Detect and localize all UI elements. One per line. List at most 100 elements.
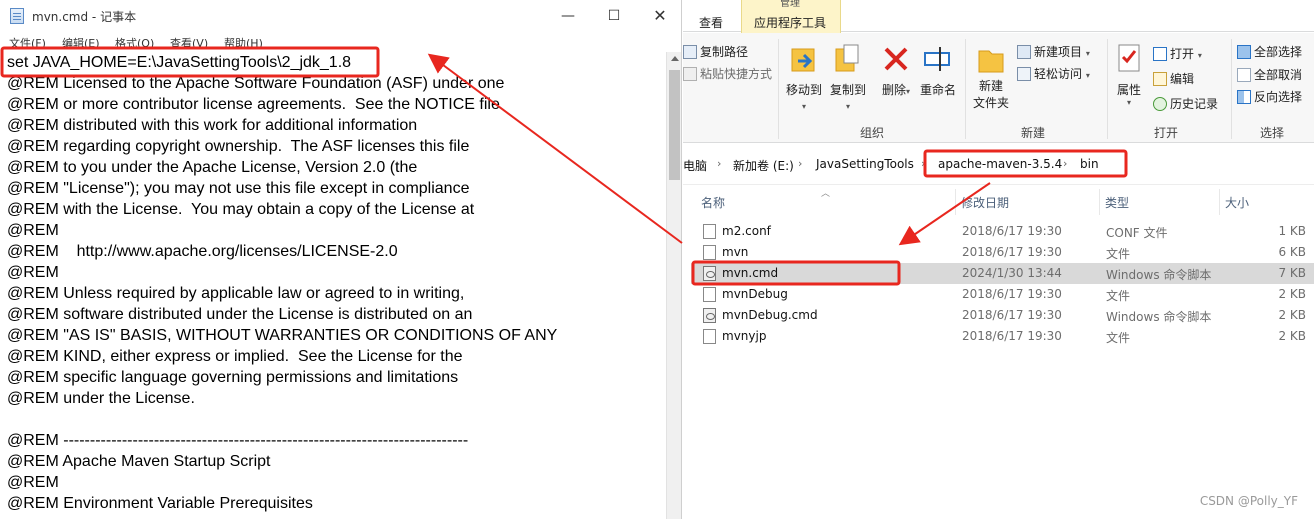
file-size: 6 KB <box>1278 245 1306 259</box>
rename-button[interactable]: 重命名 <box>918 43 958 98</box>
notepad-text-area[interactable]: set JAVA_HOME=E:\JavaSettingTools\2_jdk_… <box>0 52 666 519</box>
close-icon[interactable]: ✕ <box>637 0 681 32</box>
file-type: 文件 <box>1106 289 1131 303</box>
breadcrumb-drive-e[interactable]: 新加卷 (E:) <box>733 157 794 174</box>
ribbon-tabs: 查看 管理 应用程序工具 <box>683 0 1314 33</box>
menu-format[interactable]: 格式(O) <box>115 35 154 51</box>
file-size: 7 KB <box>1278 266 1306 280</box>
ribbon-separator <box>965 39 966 139</box>
chevron-right-icon[interactable]: › <box>798 157 802 170</box>
open-icon <box>1153 47 1167 61</box>
file-row-mvndebug[interactable]: mvnDebug 2018/6/17 19:30 文件 2 KB <box>691 284 1314 305</box>
column-divider[interactable] <box>1219 189 1220 215</box>
scroll-thumb[interactable] <box>669 70 680 180</box>
maximize-icon[interactable]: ☐ <box>591 0 637 32</box>
copy-path-icon <box>683 45 697 59</box>
delete-button[interactable]: 删除▾ <box>879 43 913 98</box>
chevron-right-icon[interactable]: › <box>1063 157 1067 170</box>
notepad-window: mvn.cmd - 记事本 — ☐ ✕ 文件(F) 编辑(E) 格式(O) 查看… <box>0 0 682 519</box>
new-item-button[interactable]: 新建项目 ▾ <box>1017 43 1090 60</box>
breadcrumb-apache-maven[interactable]: apache-maven-3.5.4 <box>938 157 1062 171</box>
easy-access-button[interactable]: 轻松访问 ▾ <box>1017 65 1090 82</box>
select-all-button[interactable]: 全部选择 <box>1237 43 1302 60</box>
file-row-mvndebug-cmd[interactable]: mvnDebug.cmd 2018/6/17 19:30 Windows 命令脚… <box>691 305 1314 326</box>
text-line: @REM <box>7 264 59 281</box>
properties-button[interactable]: 属性 ▾ <box>1112 43 1146 107</box>
paste-shortcut-button[interactable]: 粘贴快捷方式 <box>683 65 772 82</box>
file-type: 文件 <box>1106 247 1131 261</box>
edit-label: 编辑 <box>1170 72 1195 86</box>
rename-icon <box>924 43 952 75</box>
menu-view[interactable]: 查看(V) <box>170 35 208 51</box>
file-row-mvnyjp[interactable]: mvnyjp 2018/6/17 19:30 文件 2 KB <box>691 326 1314 347</box>
notepad-title-bar[interactable]: mvn.cmd - 记事本 — ☐ ✕ <box>0 0 681 32</box>
file-row-mvn[interactable]: mvn 2018/6/17 19:30 文件 6 KB <box>691 242 1314 263</box>
copy-to-button[interactable]: 复制到 ▾ <box>828 43 868 112</box>
menu-file[interactable]: 文件(F) <box>9 35 46 51</box>
scroll-up-arrow-icon[interactable] <box>671 56 679 61</box>
file-type: 文件 <box>1106 331 1131 345</box>
cmd-script-icon <box>703 266 716 281</box>
breadcrumb-this-pc[interactable]: 电脑 <box>683 157 707 174</box>
file-icon <box>703 224 716 239</box>
tab-view[interactable]: 查看 <box>699 14 723 31</box>
column-size[interactable]: 大小 <box>1225 194 1249 211</box>
move-to-button[interactable]: 移动到 ▾ <box>784 43 824 112</box>
column-type[interactable]: 类型 <box>1105 194 1129 211</box>
delete-icon <box>882 43 910 75</box>
text-line: @REM -----------------------------------… <box>7 432 469 449</box>
address-bar[interactable]: 电脑 › 新加卷 (E:) › JavaSettingTools › apach… <box>683 145 1314 185</box>
select-none-button[interactable]: 全部取消 <box>1237 66 1302 83</box>
copy-to-label: 复制到 <box>829 83 866 97</box>
edit-button[interactable]: 编辑 <box>1153 70 1194 87</box>
ribbon-body: 复制路径 粘贴快捷方式 移动到▾ 复制到▾ 删除▾ 重命名 组织 新建 文件夹 … <box>683 33 1314 143</box>
text-line: set JAVA_HOME=E:\JavaSettingTools\2_jdk_… <box>7 54 352 71</box>
chevron-right-icon[interactable]: › <box>717 157 721 170</box>
minimize-icon[interactable]: — <box>545 0 591 32</box>
file-size: 2 KB <box>1278 329 1306 343</box>
text-line: @REM to you under the Apache License, Ve… <box>7 159 418 176</box>
text-line: @REM "AS IS" BASIS, WITHOUT WARRANTIES O… <box>7 327 558 344</box>
column-divider[interactable] <box>1099 189 1100 215</box>
copy-path-button[interactable]: 复制路径 <box>683 43 748 60</box>
file-row-mvn-cmd[interactable]: mvn.cmd 2024/1/30 13:44 Windows 命令脚本 7 K… <box>691 263 1314 284</box>
paste-shortcut-icon <box>683 67 697 81</box>
file-name: mvn.cmd <box>722 266 779 280</box>
text-line: @REM software distributed under the Lice… <box>7 306 473 323</box>
chevron-down-icon: ▾ <box>801 102 806 111</box>
new-folder-icon <box>977 43 1005 75</box>
column-date[interactable]: 修改日期 <box>961 194 1009 211</box>
chevron-right-icon[interactable]: › <box>921 157 925 170</box>
breadcrumb-bin[interactable]: bin <box>1080 157 1099 171</box>
invert-selection-icon <box>1237 90 1251 104</box>
invert-selection-button[interactable]: 反向选择 <box>1237 88 1302 105</box>
column-name[interactable]: 名称 <box>701 194 725 211</box>
history-button[interactable]: 历史记录 <box>1153 95 1218 112</box>
file-date: 2018/6/17 19:30 <box>962 224 1062 238</box>
history-label: 历史记录 <box>1170 97 1219 111</box>
file-date: 2018/6/17 19:30 <box>962 245 1062 259</box>
text-line: @REM or more contributor license agreeme… <box>7 96 500 113</box>
open-button[interactable]: 打开 ▾ <box>1153 45 1202 62</box>
file-size: 2 KB <box>1278 287 1306 301</box>
group-select-label: 选择 <box>1260 126 1285 140</box>
file-type: Windows 命令脚本 <box>1106 268 1212 282</box>
cmd-script-icon <box>703 308 716 323</box>
file-row-m2-conf[interactable]: m2.conf 2018/6/17 19:30 CONF 文件 1 KB <box>691 221 1314 242</box>
file-name: mvn <box>722 245 749 259</box>
paste-shortcut-label: 粘贴快捷方式 <box>700 67 773 81</box>
file-icon <box>703 329 716 344</box>
column-divider[interactable] <box>955 189 956 215</box>
select-all-icon <box>1237 45 1251 59</box>
properties-icon <box>1115 43 1143 75</box>
notepad-vertical-scrollbar[interactable] <box>666 52 681 519</box>
menu-edit[interactable]: 编辑(E) <box>62 35 100 51</box>
text-line: @REM <box>7 474 59 491</box>
tab-app-tools[interactable]: 管理 应用程序工具 <box>741 0 841 33</box>
chevron-down-icon: ▾ <box>906 87 911 96</box>
text-line: @REM under the License. <box>7 390 195 407</box>
new-folder-button[interactable]: 新建 文件夹 <box>970 43 1012 111</box>
text-line: @REM with the License. You may obtain a … <box>7 201 475 218</box>
menu-help[interactable]: 帮助(H) <box>224 35 263 51</box>
breadcrumb-java-setting-tools[interactable]: JavaSettingTools <box>816 157 914 171</box>
